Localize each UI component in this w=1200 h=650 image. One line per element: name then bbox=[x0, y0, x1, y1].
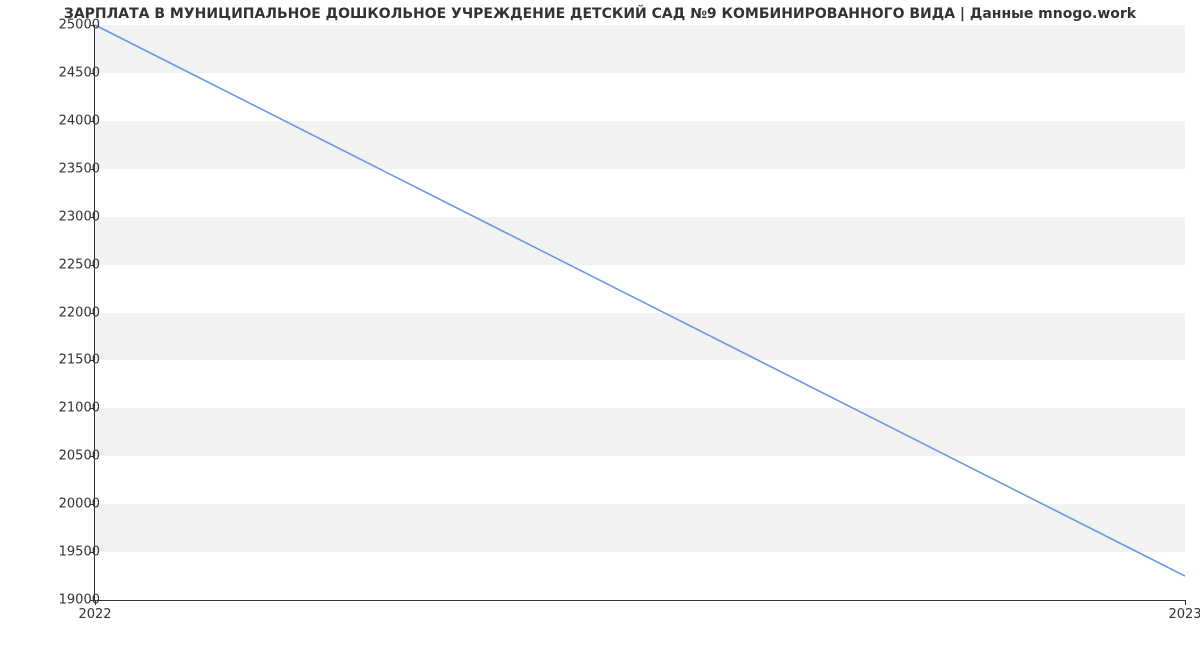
y-tick-label: 21000 bbox=[10, 401, 100, 416]
y-tick-label: 19000 bbox=[10, 593, 100, 608]
y-tick-label: 21500 bbox=[10, 353, 100, 368]
y-tick-label: 23500 bbox=[10, 161, 100, 176]
y-tick-label: 25000 bbox=[10, 18, 100, 33]
x-tick-mark bbox=[95, 600, 96, 605]
y-tick-mark bbox=[90, 265, 95, 266]
chart-title: ЗАРПЛАТА В МУНИЦИПАЛЬНОЕ ДОШКОЛЬНОЕ УЧРЕ… bbox=[0, 6, 1200, 22]
y-tick-mark bbox=[90, 456, 95, 457]
y-tick-mark bbox=[90, 313, 95, 314]
y-tick-label: 20500 bbox=[10, 449, 100, 464]
y-tick-mark bbox=[90, 73, 95, 74]
y-tick-label: 20000 bbox=[10, 497, 100, 512]
y-tick-mark bbox=[90, 121, 95, 122]
y-tick-label: 24500 bbox=[10, 65, 100, 80]
plot-area bbox=[95, 25, 1185, 600]
y-tick-label: 19500 bbox=[10, 545, 100, 560]
x-tick-mark bbox=[1185, 600, 1186, 605]
y-tick-label: 24000 bbox=[10, 113, 100, 128]
y-tick-mark bbox=[90, 408, 95, 409]
y-tick-mark bbox=[90, 169, 95, 170]
x-axis-line bbox=[94, 600, 1185, 601]
y-tick-mark bbox=[90, 360, 95, 361]
y-tick-mark bbox=[90, 25, 95, 26]
series-line bbox=[95, 25, 1185, 576]
x-tick-label: 2023 bbox=[1168, 607, 1200, 622]
chart-line-layer bbox=[95, 25, 1185, 600]
y-tick-label: 23000 bbox=[10, 209, 100, 224]
y-tick-mark bbox=[90, 217, 95, 218]
y-tick-label: 22500 bbox=[10, 257, 100, 272]
chart-container: ЗАРПЛАТА В МУНИЦИПАЛЬНОЕ ДОШКОЛЬНОЕ УЧРЕ… bbox=[0, 0, 1200, 650]
y-tick-label: 22000 bbox=[10, 305, 100, 320]
y-tick-mark bbox=[90, 504, 95, 505]
x-tick-label: 2022 bbox=[78, 607, 111, 622]
y-tick-mark bbox=[90, 552, 95, 553]
